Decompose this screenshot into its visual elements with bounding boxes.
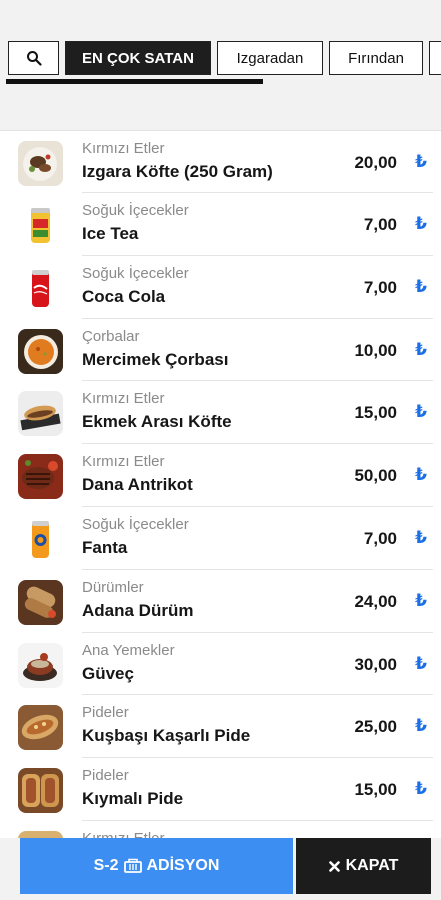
kapat-label: KAPAT (345, 857, 399, 874)
product-category: Çorbalar (82, 327, 140, 345)
steak-image (18, 454, 63, 500)
product-category: Soğuk İçecekler (82, 202, 189, 219)
search-icon (26, 51, 42, 66)
list-item[interactable]: Pideler Kuşbaşı Kaşarlı Pide 25,00 ₺ (0, 695, 441, 759)
tab-firindan[interactable]: Fırından (329, 41, 423, 75)
kofte-sandwich-image (18, 391, 63, 437)
lira-icon: ₺ (415, 465, 427, 485)
product-name: Fanta (82, 537, 128, 557)
product-price: 20,00 (354, 153, 397, 172)
product-category: Ana Yemekler (82, 641, 175, 659)
product-name: Coca Cola (82, 286, 166, 306)
table-number: S-2 (93, 857, 119, 874)
product-price: 15,00 (354, 780, 397, 800)
lira-icon: ₺ (415, 276, 427, 296)
product-name: Ice Tea (82, 224, 139, 243)
list-item[interactable]: Dürümler Adana Dürüm 24,00 ₺ (0, 570, 441, 633)
product-category: Soğuk İçecekler (82, 264, 189, 282)
lira-icon: ₺ (415, 402, 427, 422)
cart-icon (123, 858, 142, 873)
kofte-plate-image (18, 141, 63, 186)
ice-tea-can-image (18, 203, 63, 248)
lira-icon: ₺ (415, 590, 427, 610)
list-item[interactable]: Soğuk İçecekler Ice Tea 7,00 ₺ (0, 193, 441, 256)
list-item[interactable]: Kırmızı Etler Izgara Köfte (250 Gram) 20… (0, 131, 441, 193)
product-category: Kırmızı Etler (82, 453, 165, 471)
adisyon-button[interactable]: S-2 ADİSYON (20, 838, 293, 894)
lira-icon: ₺ (415, 339, 427, 359)
list-item[interactable]: Çorbalar Mercimek Çorbası 10,00 ₺ (0, 319, 441, 382)
adisyon-label: ADİSYON (146, 857, 220, 874)
product-price: 7,00 (363, 528, 397, 548)
product-category: Kırmızı Etler (82, 140, 165, 157)
list-item[interactable]: Soğuk İçecekler Fanta 7,00 ₺ (0, 507, 441, 570)
product-name: Adana Dürüm (82, 600, 194, 620)
list-item[interactable]: Kırmızı Etler Ekmek Arası Köfte 15,00 ₺ (0, 381, 441, 445)
bottom-action-bar: S-2 ADİSYON KAPAT (0, 838, 441, 900)
lira-icon: ₺ (415, 214, 427, 233)
kiymali-pide-image (18, 768, 63, 814)
product-name: Dana Antrikot (82, 475, 193, 495)
lentil-soup-image (18, 328, 63, 374)
product-name: Güveç (82, 663, 134, 683)
list-item[interactable]: Ana Yemekler Güveç 30,00 ₺ (0, 633, 441, 696)
product-category: Pideler (82, 767, 129, 785)
list-item[interactable]: Soğuk İçecekler Coca Cola 7,00 ₺ (0, 256, 441, 319)
product-name: Izgara Köfte (250 Gram) (82, 162, 273, 181)
durum-wrap-image (18, 579, 63, 625)
product-name: Ekmek Arası Köfte (82, 412, 232, 432)
product-price: 7,00 (363, 277, 397, 297)
close-icon (328, 860, 340, 872)
product-name: Kıymalı Pide (82, 789, 184, 809)
product-price: 25,00 (354, 717, 397, 737)
active-tab-indicator (6, 79, 263, 84)
lira-icon: ₺ (415, 152, 427, 171)
product-price: 30,00 (354, 654, 397, 674)
lira-icon: ₺ (415, 716, 427, 736)
kapat-button[interactable]: KAPAT (296, 838, 431, 894)
fanta-can-image (18, 516, 63, 562)
category-tabs: EN ÇOK SATAN Izgaradan Fırından (8, 41, 441, 75)
lira-icon: ₺ (415, 653, 427, 673)
product-price: 10,00 (354, 340, 397, 360)
product-name: Kuşbaşı Kaşarlı Pide (82, 726, 251, 746)
search-button[interactable] (8, 41, 59, 75)
tab-izgaradan[interactable]: Izgaradan (217, 41, 323, 75)
tab-en-cok-satan[interactable]: EN ÇOK SATAN (65, 41, 211, 75)
lira-icon: ₺ (415, 527, 427, 547)
product-price: 50,00 (354, 466, 397, 486)
product-list[interactable]: Kırmızı Etler Izgara Köfte (250 Gram) 20… (0, 130, 441, 839)
category-tab-bar: EN ÇOK SATAN Izgaradan Fırından (0, 0, 441, 130)
list-item[interactable]: Kırmızı Etler (0, 821, 441, 839)
coca-cola-can-image (18, 265, 63, 311)
product-price: 15,00 (354, 403, 397, 423)
product-category: Kırmızı Etler (82, 390, 165, 408)
list-item[interactable]: Pideler Kıymalı Pide 15,00 ₺ (0, 758, 441, 821)
guvec-image (18, 642, 63, 688)
product-category: Pideler (82, 704, 129, 722)
product-name: Mercimek Çorbası (82, 349, 229, 369)
tab-next-partial[interactable] (429, 41, 441, 75)
product-price: 24,00 (354, 591, 397, 611)
product-category: Soğuk İçecekler (82, 515, 189, 533)
product-price: 7,00 (363, 215, 397, 234)
lira-icon: ₺ (415, 779, 427, 799)
pide-image (18, 705, 63, 751)
product-category: Dürümler (82, 578, 144, 596)
list-item[interactable]: Kırmızı Etler Dana Antrikot 50,00 ₺ (0, 444, 441, 507)
